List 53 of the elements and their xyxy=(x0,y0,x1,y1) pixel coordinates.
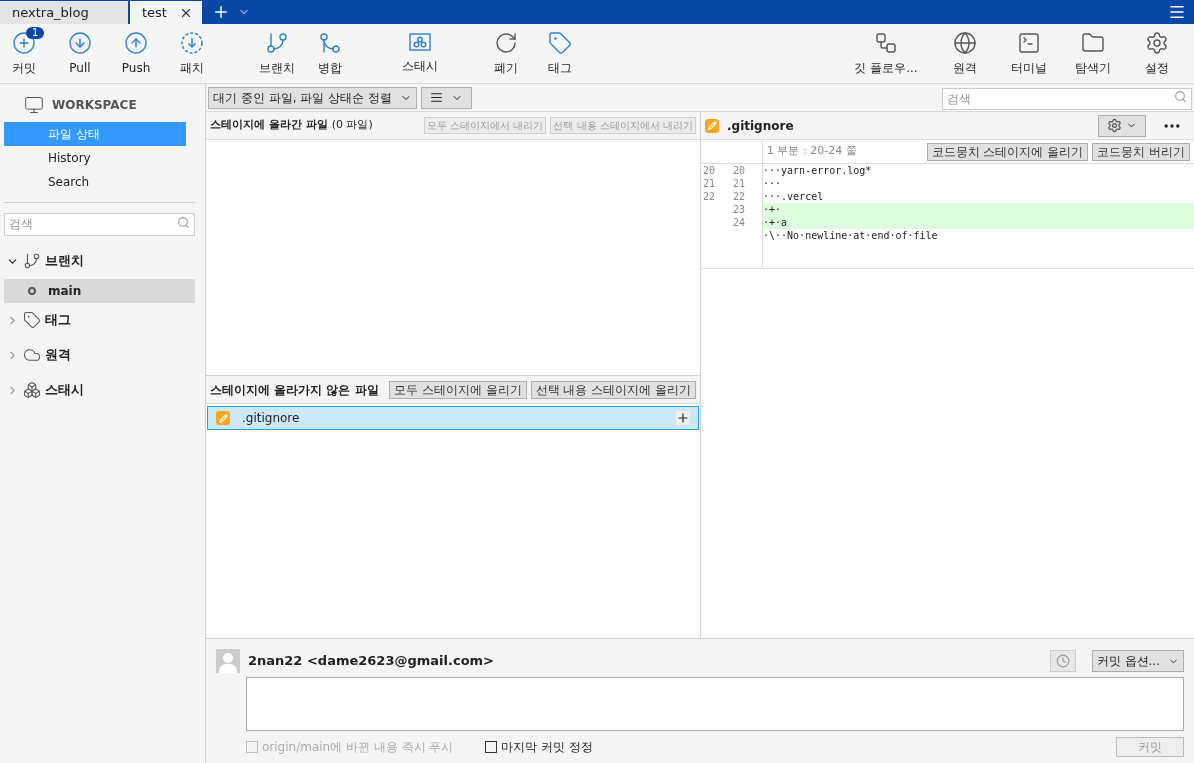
count-badge: 1 xyxy=(26,26,45,39)
commit-author: 2nan22 <dame2623@gmail.com> xyxy=(248,652,495,671)
sidebar-item[interactable]: Search xyxy=(4,170,186,194)
hunk-header: 1 부분 : 20-24 쭐 xyxy=(767,143,858,160)
hunk-button[interactable]: 코드뭉치 스테이지에 올리기 xyxy=(926,142,1089,161)
amend-checkbox[interactable]: 마지막 커밋 정정 xyxy=(485,738,1116,756)
diff-file-name: .gitignore xyxy=(727,117,795,135)
line-number: 21 xyxy=(703,178,716,189)
toolbar-button[interactable]: 설정 xyxy=(1132,26,1182,81)
diff-line: ·\··No·newline·at·end·of·file xyxy=(763,229,939,242)
line-number: 22 xyxy=(703,191,716,202)
diff-line: ···yarn-error.log* xyxy=(763,164,873,177)
line-number: 22 xyxy=(733,191,746,202)
line-number: 20 xyxy=(733,165,746,176)
toolbar-button[interactable]: 태그 xyxy=(540,26,580,81)
toolbar-button[interactable]: Push xyxy=(116,26,156,81)
file-row[interactable]: .gitignore xyxy=(207,406,699,430)
search-field[interactable]: 검색 xyxy=(4,212,195,236)
toolbar-button[interactable]: 스태시 xyxy=(390,26,450,81)
toolbar-button[interactable]: 원격 xyxy=(940,26,990,81)
line-number: 20 xyxy=(703,165,716,176)
sort-dropdown[interactable]: 대기 중인 파일, 파일 상태순 정렬 xyxy=(208,86,417,109)
diff-line: ··· xyxy=(763,177,783,190)
toolbar-button[interactable]: 브랜치 xyxy=(252,26,302,81)
sidebar-section[interactable]: 태그 xyxy=(0,302,195,338)
section-title: 스테이지에 올라가지 않은 파일 xyxy=(210,381,379,399)
line-number: 23 xyxy=(733,204,746,215)
toolbar-button[interactable]: 깃 플로우... xyxy=(846,26,926,81)
toolbar-button[interactable]: Pull xyxy=(60,26,100,81)
toolbar-button[interactable]: 패치 xyxy=(172,26,212,81)
sidebar-item[interactable]: History xyxy=(4,146,186,170)
search-field[interactable]: 검색 xyxy=(942,87,1192,110)
toolbar-button[interactable]: 커밋 1 xyxy=(4,26,44,81)
workspace-heading: WORKSPACE xyxy=(52,97,137,114)
toolbar-button[interactable]: 터미널 xyxy=(1004,26,1054,81)
line-number: 24 xyxy=(733,217,746,228)
sidebar-section[interactable]: 원격 xyxy=(0,337,195,373)
stage-button[interactable]: 모두 스테이지에 올리기 xyxy=(388,380,527,399)
section-title: 스테이지에 올라간 파일 xyxy=(210,117,328,134)
file-count: (0 파일) xyxy=(331,117,373,134)
sidebar-section[interactable]: 브랜치 xyxy=(0,243,195,279)
stage-button[interactable]: 선택 내용 스테이지에 올리기 xyxy=(530,380,696,399)
toolbar-button[interactable]: 폐기 xyxy=(486,26,526,81)
toolbar-button[interactable]: 병합 xyxy=(310,26,350,81)
diff-line: ···.vercel xyxy=(763,190,825,203)
repo-tab[interactable]: test xyxy=(130,1,202,24)
sidebar-section[interactable]: 스태시 xyxy=(0,372,195,408)
repo-tab[interactable]: nextra_blog xyxy=(0,1,128,24)
toolbar-button[interactable]: 탐색기 xyxy=(1068,26,1118,81)
hunk-button[interactable]: 코드뭉치 버리기 xyxy=(1092,142,1190,161)
line-number: 21 xyxy=(733,178,746,189)
commit-options-dropdown[interactable]: 커밋 옵션... xyxy=(1091,650,1184,672)
branch-item[interactable]: main xyxy=(4,278,195,303)
